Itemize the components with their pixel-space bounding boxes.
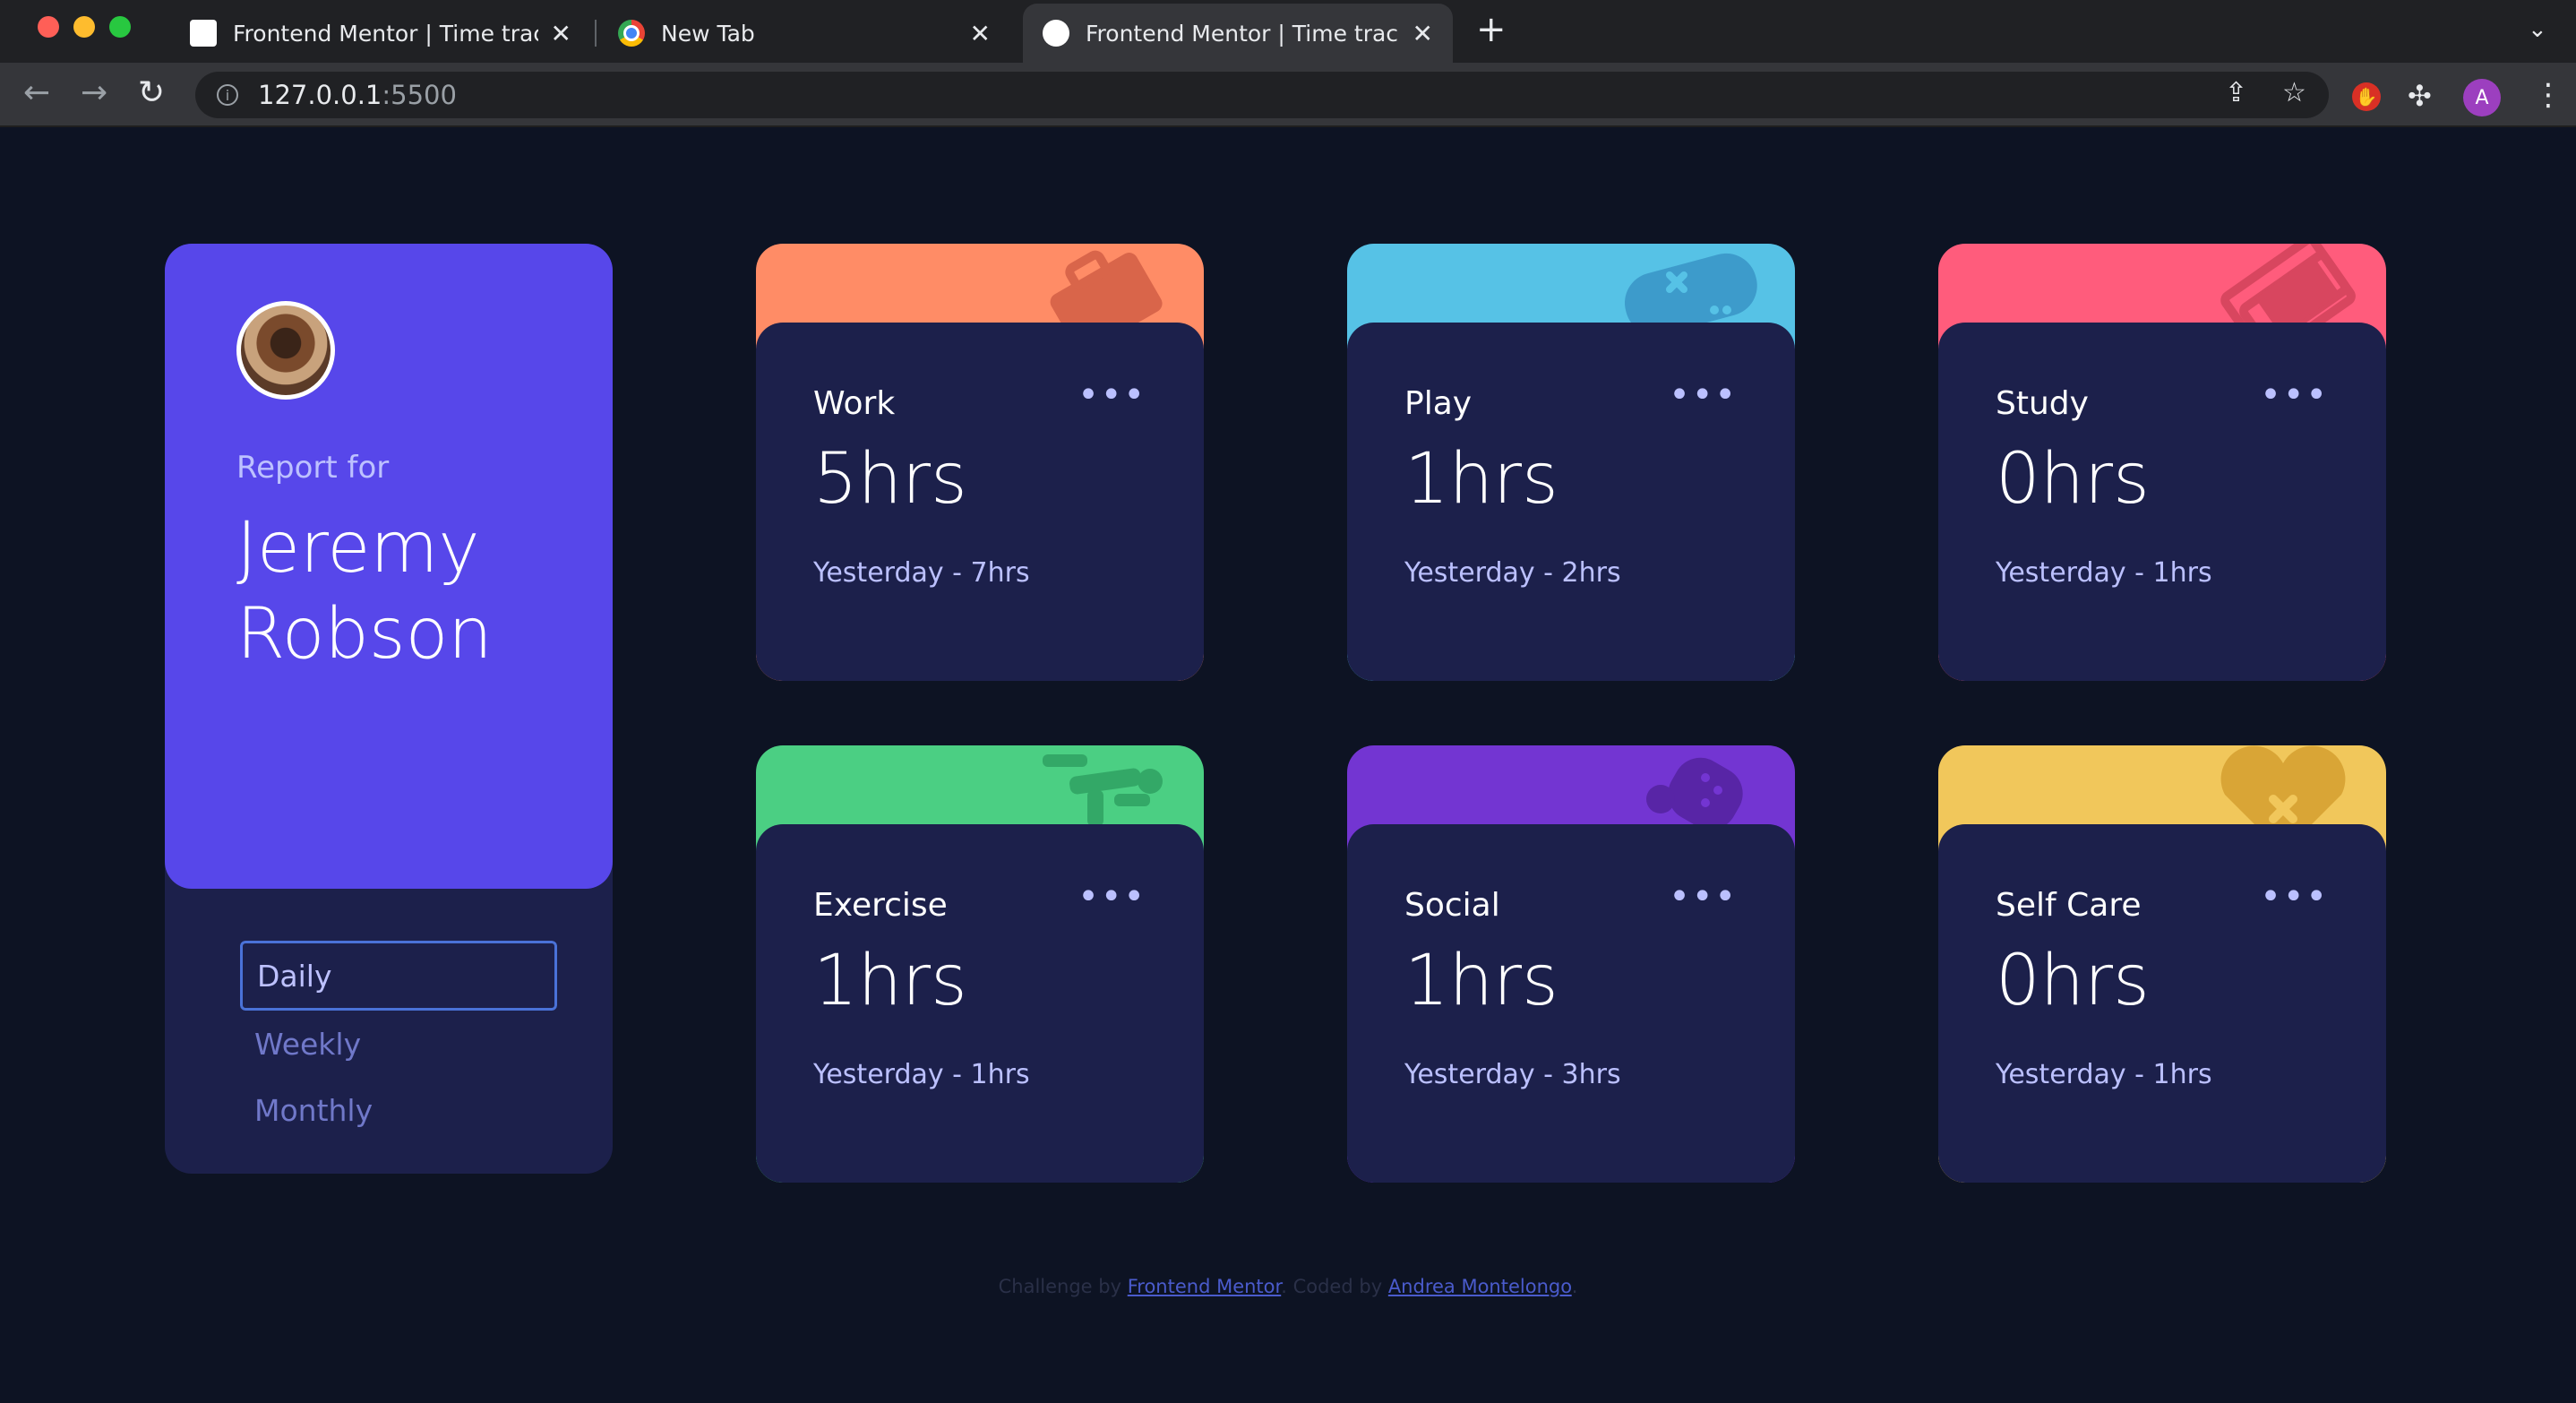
card-title: Social bbox=[1404, 887, 1500, 924]
card-body: Exercise ••• 1hrs Yesterday - 1hrs bbox=[756, 824, 1204, 1183]
card-hours: 1hrs bbox=[1404, 439, 1558, 520]
card-hours: 0hrs bbox=[1996, 941, 2150, 1021]
extensions-puzzle-icon[interactable]: ✣ bbox=[2408, 79, 2432, 113]
tab-separator bbox=[595, 20, 597, 47]
gamepad-icon bbox=[1625, 253, 1757, 324]
period-monthly-button[interactable]: Monthly bbox=[240, 1075, 373, 1145]
activity-card-self-care: Self Care ••• 0hrs Yesterday - 1hrs bbox=[1938, 745, 2386, 1183]
site-info-icon[interactable]: i bbox=[217, 84, 238, 106]
page-content: Report for Jeremy Robson Daily Weekly Mo… bbox=[0, 129, 2576, 1403]
card-options-ellipsis-icon[interactable]: ••• bbox=[1669, 876, 1738, 917]
browser-tab[interactable]: Frontend Mentor | Time tracking ✕ bbox=[170, 4, 591, 63]
card-title: Exercise bbox=[813, 887, 948, 924]
card-body: Self Care ••• 0hrs Yesterday - 1hrs bbox=[1938, 824, 2386, 1183]
card-title: Self Care bbox=[1996, 887, 2142, 924]
card-hours: 0hrs bbox=[1996, 439, 2150, 520]
tab-close-icon[interactable]: ✕ bbox=[551, 19, 571, 48]
card-previous: Yesterday - 1hrs bbox=[1996, 557, 2212, 589]
forward-arrow-icon[interactable]: → bbox=[81, 75, 107, 111]
tab-close-icon[interactable]: ✕ bbox=[1413, 19, 1433, 48]
card-body: Play ••• 1hrs Yesterday - 2hrs bbox=[1347, 323, 1795, 681]
book-icon bbox=[2220, 244, 2356, 324]
user-name: Jeremy Robson bbox=[236, 508, 493, 675]
activity-card-play: Play ••• 1hrs Yesterday - 2hrs bbox=[1347, 244, 1795, 681]
card-title: Play bbox=[1404, 385, 1473, 422]
card-body: Study ••• 0hrs Yesterday - 1hrs bbox=[1938, 323, 2386, 681]
activity-card-study: Study ••• 0hrs Yesterday - 1hrs bbox=[1938, 244, 2386, 681]
activity-card-social: Social ••• 1hrs Yesterday - 3hrs bbox=[1347, 745, 1795, 1183]
user-avatar bbox=[236, 301, 335, 400]
window-close-button[interactable] bbox=[38, 16, 59, 38]
tab-title: Frontend Mentor | Time tracking bbox=[1086, 20, 1400, 47]
url-port: :5500 bbox=[382, 80, 457, 110]
activity-card-exercise: Exercise ••• 1hrs Yesterday - 1hrs bbox=[756, 745, 1204, 1183]
attribution-footer: Challenge by Frontend Mentor. Coded by A… bbox=[998, 1276, 1578, 1297]
card-body: Work ••• 5hrs Yesterday - 7hrs bbox=[756, 323, 1204, 681]
profile-header: Report for Jeremy Robson bbox=[165, 244, 613, 889]
card-title: Study bbox=[1996, 385, 2089, 422]
card-previous: Yesterday - 1hrs bbox=[1996, 1059, 2212, 1090]
card-options-ellipsis-icon[interactable]: ••• bbox=[2260, 374, 2329, 416]
card-hours: 1hrs bbox=[813, 941, 967, 1021]
card-options-ellipsis-icon[interactable]: ••• bbox=[2260, 876, 2329, 917]
tab-search-chevron-icon[interactable]: ⌄ bbox=[2528, 16, 2547, 43]
heart-icon bbox=[2220, 745, 2346, 826]
period-weekly-button[interactable]: Weekly bbox=[240, 1009, 361, 1079]
chrome-favicon-icon bbox=[618, 20, 645, 47]
card-previous: Yesterday - 1hrs bbox=[813, 1059, 1030, 1090]
profile-card: Report for Jeremy Robson Daily Weekly Mo… bbox=[165, 244, 613, 1174]
new-tab-icon[interactable]: + bbox=[1476, 9, 1507, 50]
briefcase-icon bbox=[1050, 250, 1163, 324]
reload-icon[interactable]: ↻ bbox=[138, 75, 165, 111]
back-arrow-icon[interactable]: ← bbox=[23, 75, 50, 111]
frontend-mentor-favicon-icon bbox=[190, 20, 217, 47]
coded-by-text: Coded by bbox=[1292, 1276, 1383, 1297]
card-options-ellipsis-icon[interactable]: ••• bbox=[1078, 374, 1146, 416]
card-hours: 1hrs bbox=[1404, 941, 1558, 1021]
bookmark-star-icon[interactable]: ☆ bbox=[2282, 77, 2306, 108]
social-icon bbox=[1646, 757, 1743, 826]
browser-tab-strip: Frontend Mentor | Time tracking ✕ New Ta… bbox=[0, 0, 2576, 63]
activity-card-work: Work ••• 5hrs Yesterday - 7hrs bbox=[756, 244, 1204, 681]
window-maximize-button[interactable] bbox=[109, 16, 131, 38]
extension-stop-icon[interactable]: ✋ bbox=[2352, 82, 2381, 111]
url-host: 127.0.0.1 bbox=[258, 80, 382, 110]
card-previous: Yesterday - 7hrs bbox=[813, 557, 1030, 589]
card-title: Work bbox=[813, 385, 896, 422]
period-daily-button[interactable]: Daily bbox=[238, 939, 559, 1012]
tab-title: Frontend Mentor | Time tracking bbox=[233, 20, 538, 47]
browser-toolbar: ← → ↻ i 127.0.0.1:5500 ⇪ ☆ ✋ ✣ A ⋮ bbox=[0, 63, 2576, 127]
running-icon bbox=[1043, 754, 1163, 826]
frontend-mentor-link[interactable]: Frontend Mentor bbox=[1128, 1276, 1282, 1297]
window-minimize-button[interactable] bbox=[73, 16, 95, 38]
card-hours: 5hrs bbox=[813, 439, 967, 520]
tab-close-icon[interactable]: ✕ bbox=[970, 19, 991, 48]
report-for-label: Report for bbox=[236, 450, 390, 486]
card-previous: Yesterday - 2hrs bbox=[1404, 557, 1621, 589]
card-options-ellipsis-icon[interactable]: ••• bbox=[1078, 876, 1146, 917]
card-options-ellipsis-icon[interactable]: ••• bbox=[1669, 374, 1738, 416]
share-icon[interactable]: ⇪ bbox=[2225, 77, 2247, 108]
browser-tab-active[interactable]: Frontend Mentor | Time tracking ✕ bbox=[1023, 4, 1453, 63]
card-body: Social ••• 1hrs Yesterday - 3hrs bbox=[1347, 824, 1795, 1183]
browser-menu-icon[interactable]: ⋮ bbox=[2533, 77, 2563, 113]
profile-avatar-button[interactable]: A bbox=[2463, 79, 2501, 116]
tab-title: New Tab bbox=[661, 20, 755, 47]
challenge-by-text: Challenge by bbox=[998, 1276, 1122, 1297]
frontend-mentor-favicon-icon bbox=[1043, 20, 1069, 47]
author-link[interactable]: Andrea Montelongo bbox=[1388, 1276, 1572, 1297]
address-bar[interactable]: i 127.0.0.1:5500 bbox=[195, 72, 2329, 118]
browser-tab[interactable]: New Tab ✕ bbox=[598, 4, 1010, 63]
card-previous: Yesterday - 3hrs bbox=[1404, 1059, 1621, 1090]
